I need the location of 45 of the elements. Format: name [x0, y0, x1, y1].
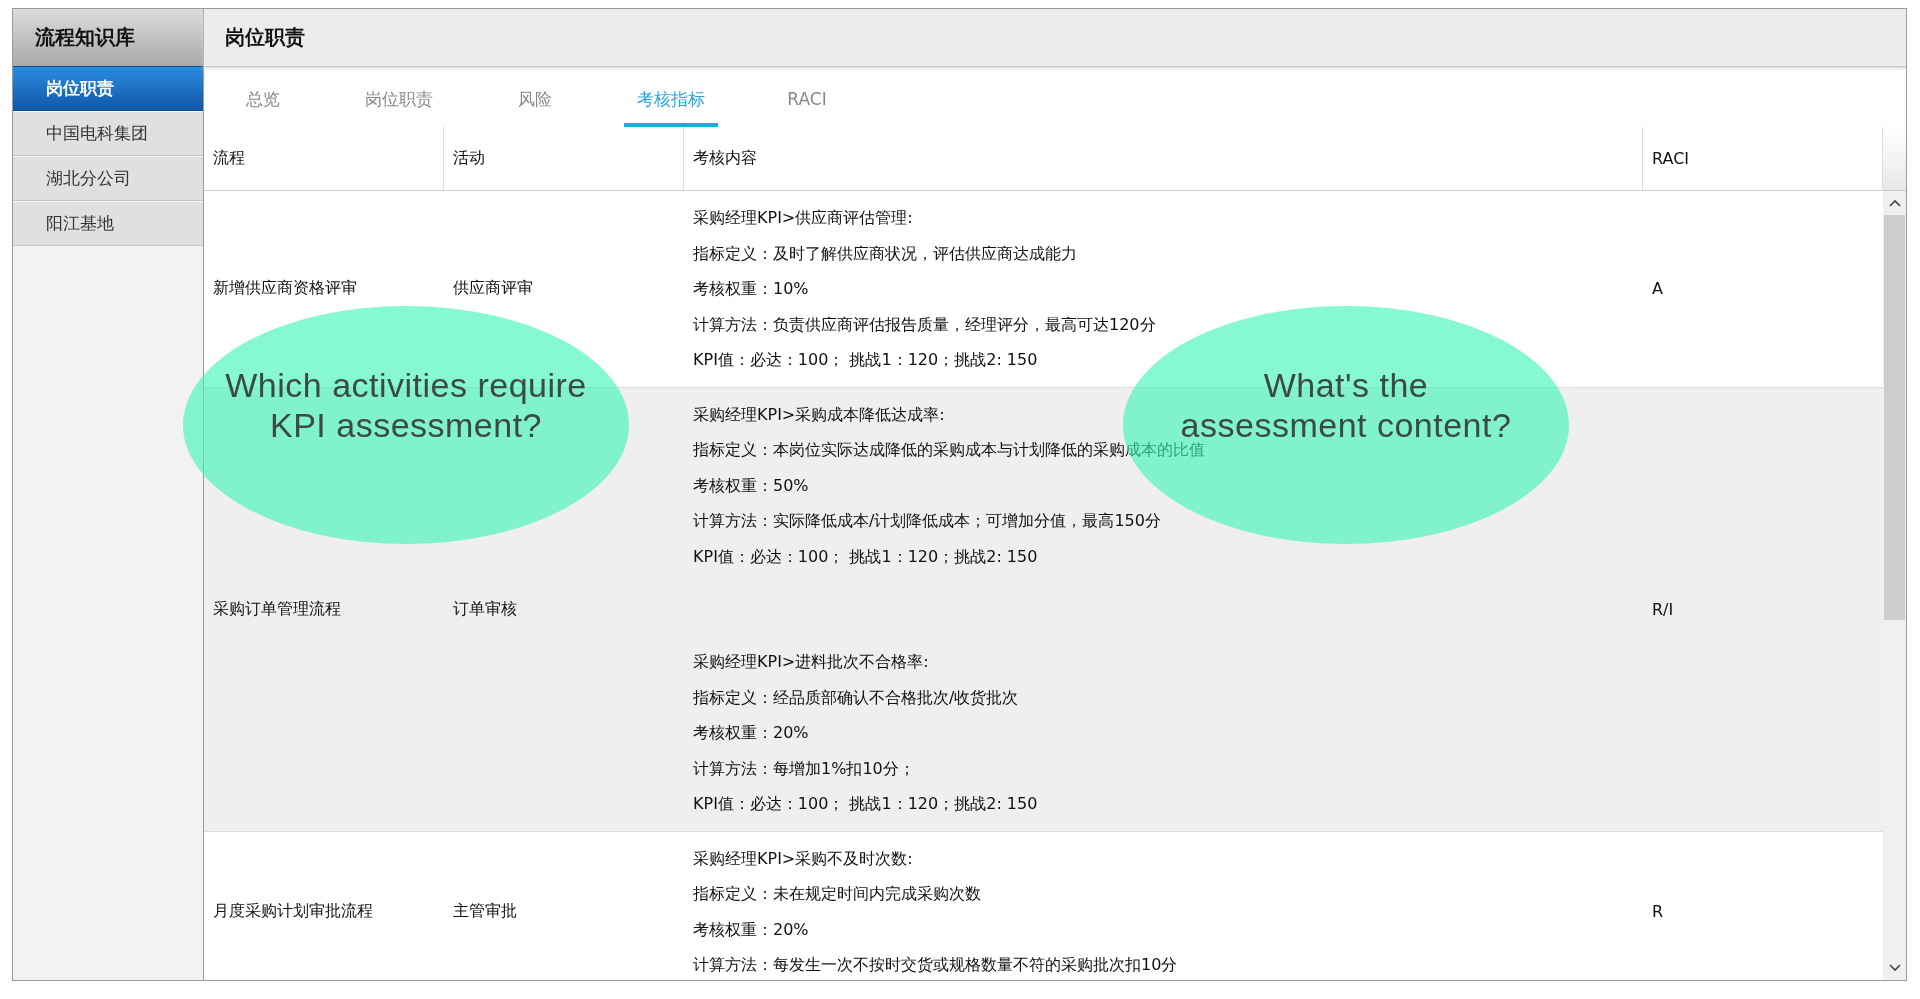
- sidebar-item[interactable]: 湖北分公司: [13, 156, 203, 201]
- scroll-up-icon[interactable]: [1888, 199, 1901, 207]
- table-cell: R: [1652, 902, 1664, 921]
- scroll-thumb[interactable]: [1884, 215, 1905, 620]
- page-title: 岗位职责: [225, 24, 305, 51]
- kpi-text: 指标定义：及时了解供应商状况，评估供应商达成能力: [693, 243, 1077, 265]
- kpi-text: KPI值：必达：100； 挑战1：120；挑战2: 150: [693, 350, 1038, 372]
- kpi-text: 考核权重：50%: [693, 475, 809, 497]
- kpi-text: 计算方法：负责供应商评估报告质量，经理评分，最高可达120分: [693, 314, 1156, 336]
- table-cell: A: [1652, 279, 1663, 299]
- column-header[interactable]: 活动: [444, 127, 684, 190]
- tab[interactable]: 总览: [216, 75, 310, 127]
- tab[interactable]: 岗位职责: [352, 75, 446, 127]
- kpi-text: 计算方法：每增加1%扣10分；: [693, 758, 915, 780]
- table-cell: 新增供应商资格评审: [213, 278, 357, 300]
- scrollbar[interactable]: [1883, 191, 1906, 980]
- table-cell: 采购订单管理流程: [213, 598, 341, 620]
- kpi-text: 考核权重：20%: [693, 723, 809, 745]
- column-header[interactable]: 考核内容: [684, 127, 1643, 190]
- kpi-text: KPI值：必达：100； 挑战1：120；挑战2: 150: [693, 794, 1038, 816]
- kpi-text: 考核权重：10%: [693, 279, 809, 301]
- column-header[interactable]: 流程: [204, 127, 444, 190]
- kpi-text: 考核权重：20%: [693, 919, 809, 941]
- kpi-text: 采购经理KPI>供应商评估管理:: [693, 208, 913, 230]
- kpi-text: 指标定义：未在规定时间内完成采购次数: [693, 884, 981, 906]
- table-cell: R/I: [1652, 599, 1674, 619]
- sidebar-item[interactable]: 阳江基地: [13, 201, 203, 246]
- sidebar-item[interactable]: 中国电科集团: [13, 111, 203, 156]
- kpi-text: 采购经理KPI>进料批次不合格率:: [693, 652, 929, 674]
- kpi-text: 计算方法：每发生一次不按时交货或规格数量不符的采购批次扣10分: [693, 955, 1178, 977]
- table-cell: 主管审批: [453, 901, 517, 922]
- sidebar-item[interactable]: 岗位职责: [13, 66, 203, 111]
- kpi-text: 计算方法：实际降低成本/计划降低成本；可增加分值，最高150分: [693, 511, 1161, 533]
- sidebar-title: 流程知识库: [13, 9, 203, 66]
- kpi-text: 采购经理KPI>采购成本降低达成率:: [693, 404, 945, 426]
- tab[interactable]: 风险: [488, 75, 582, 127]
- table-cell: 月度采购计划审批流程: [213, 901, 373, 922]
- callout-text: Which activities require KPI assessment?: [225, 365, 587, 445]
- scroll-down-icon[interactable]: [1888, 964, 1901, 972]
- table-cell: 供应商评审: [453, 278, 533, 300]
- kpi-text: KPI值：必达：100； 挑战1：120；挑战2: 150: [693, 546, 1038, 568]
- table-cell: 订单审核: [453, 598, 517, 620]
- tab[interactable]: RACI: [760, 75, 854, 127]
- kpi-text: 指标定义：经品质部确认不合格批次/收货批次: [693, 687, 1019, 709]
- kpi-text: 采购经理KPI>采购不及时次数:: [693, 848, 913, 870]
